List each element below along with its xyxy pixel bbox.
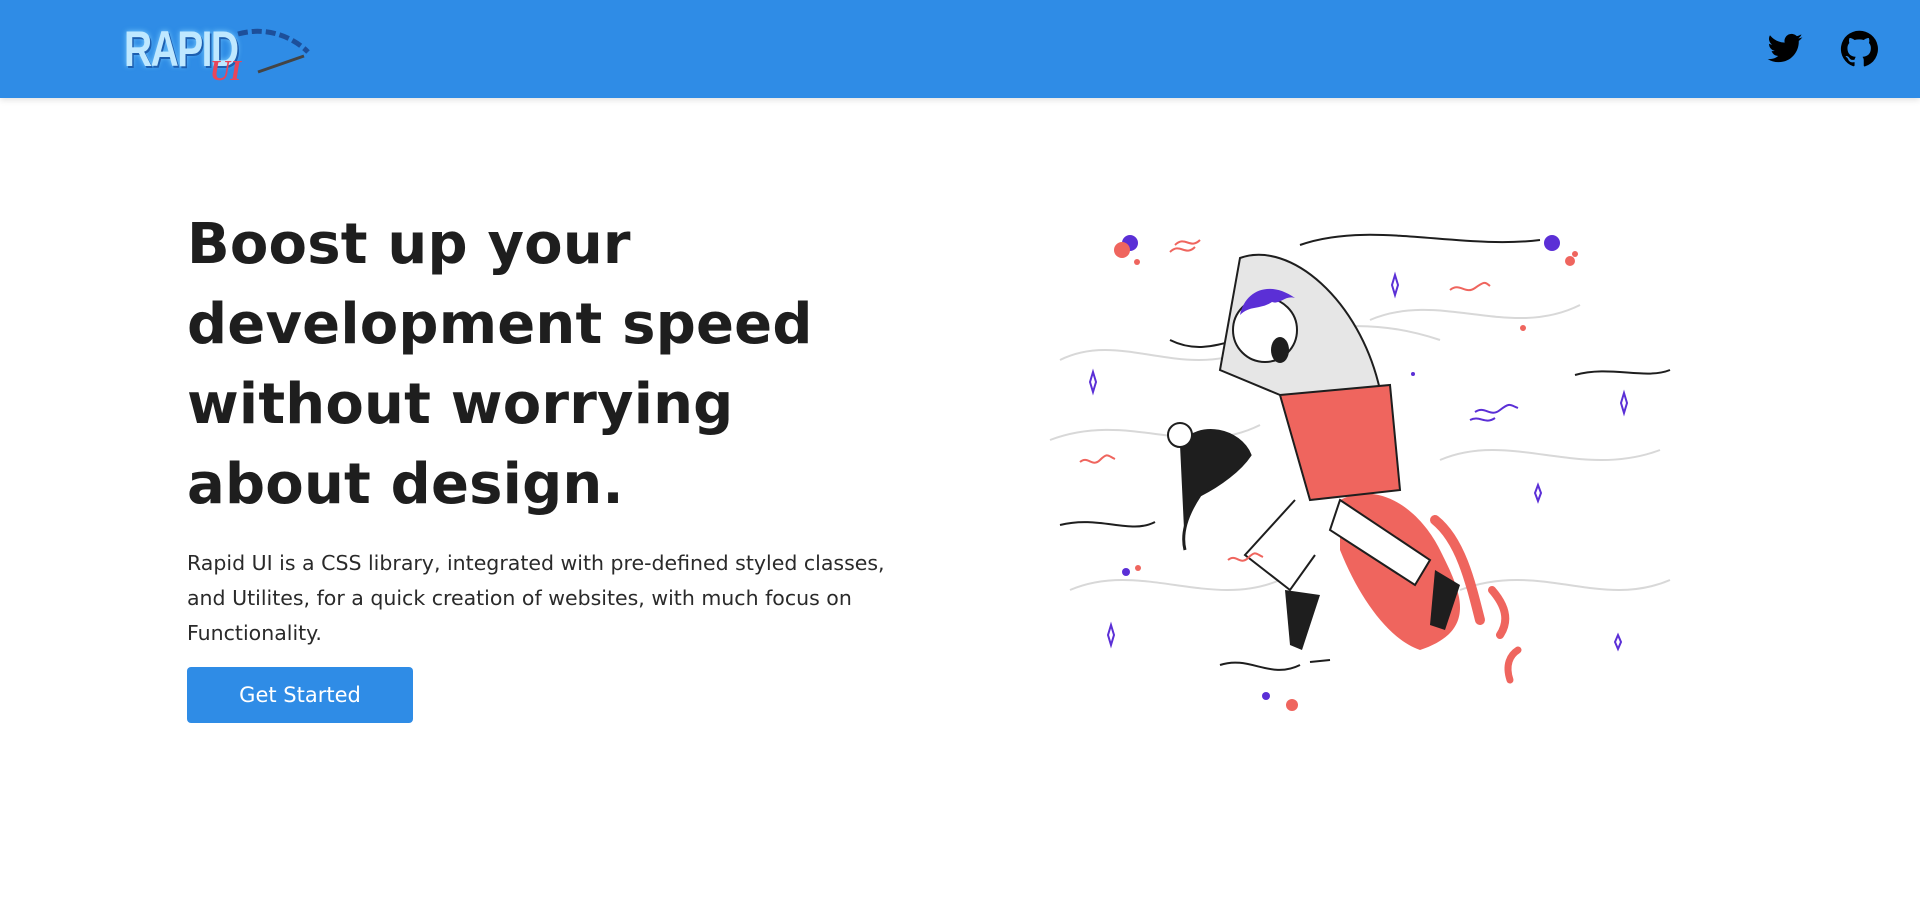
hero-description: Rapid UI is a CSS library, integrated wi… xyxy=(187,551,885,645)
logo-sub: UI xyxy=(210,56,242,87)
rocket-boy-illustration xyxy=(1049,233,1671,711)
navbar: RAPID UI xyxy=(0,0,1920,98)
social-links xyxy=(1766,30,1878,68)
get-started-button[interactable]: Get Started xyxy=(187,667,413,723)
hero-title: Boost up your development speed without … xyxy=(187,212,813,517)
twitter-icon[interactable] xyxy=(1766,30,1804,68)
logo[interactable]: RAPID UI xyxy=(118,12,318,88)
github-icon[interactable] xyxy=(1840,30,1878,68)
